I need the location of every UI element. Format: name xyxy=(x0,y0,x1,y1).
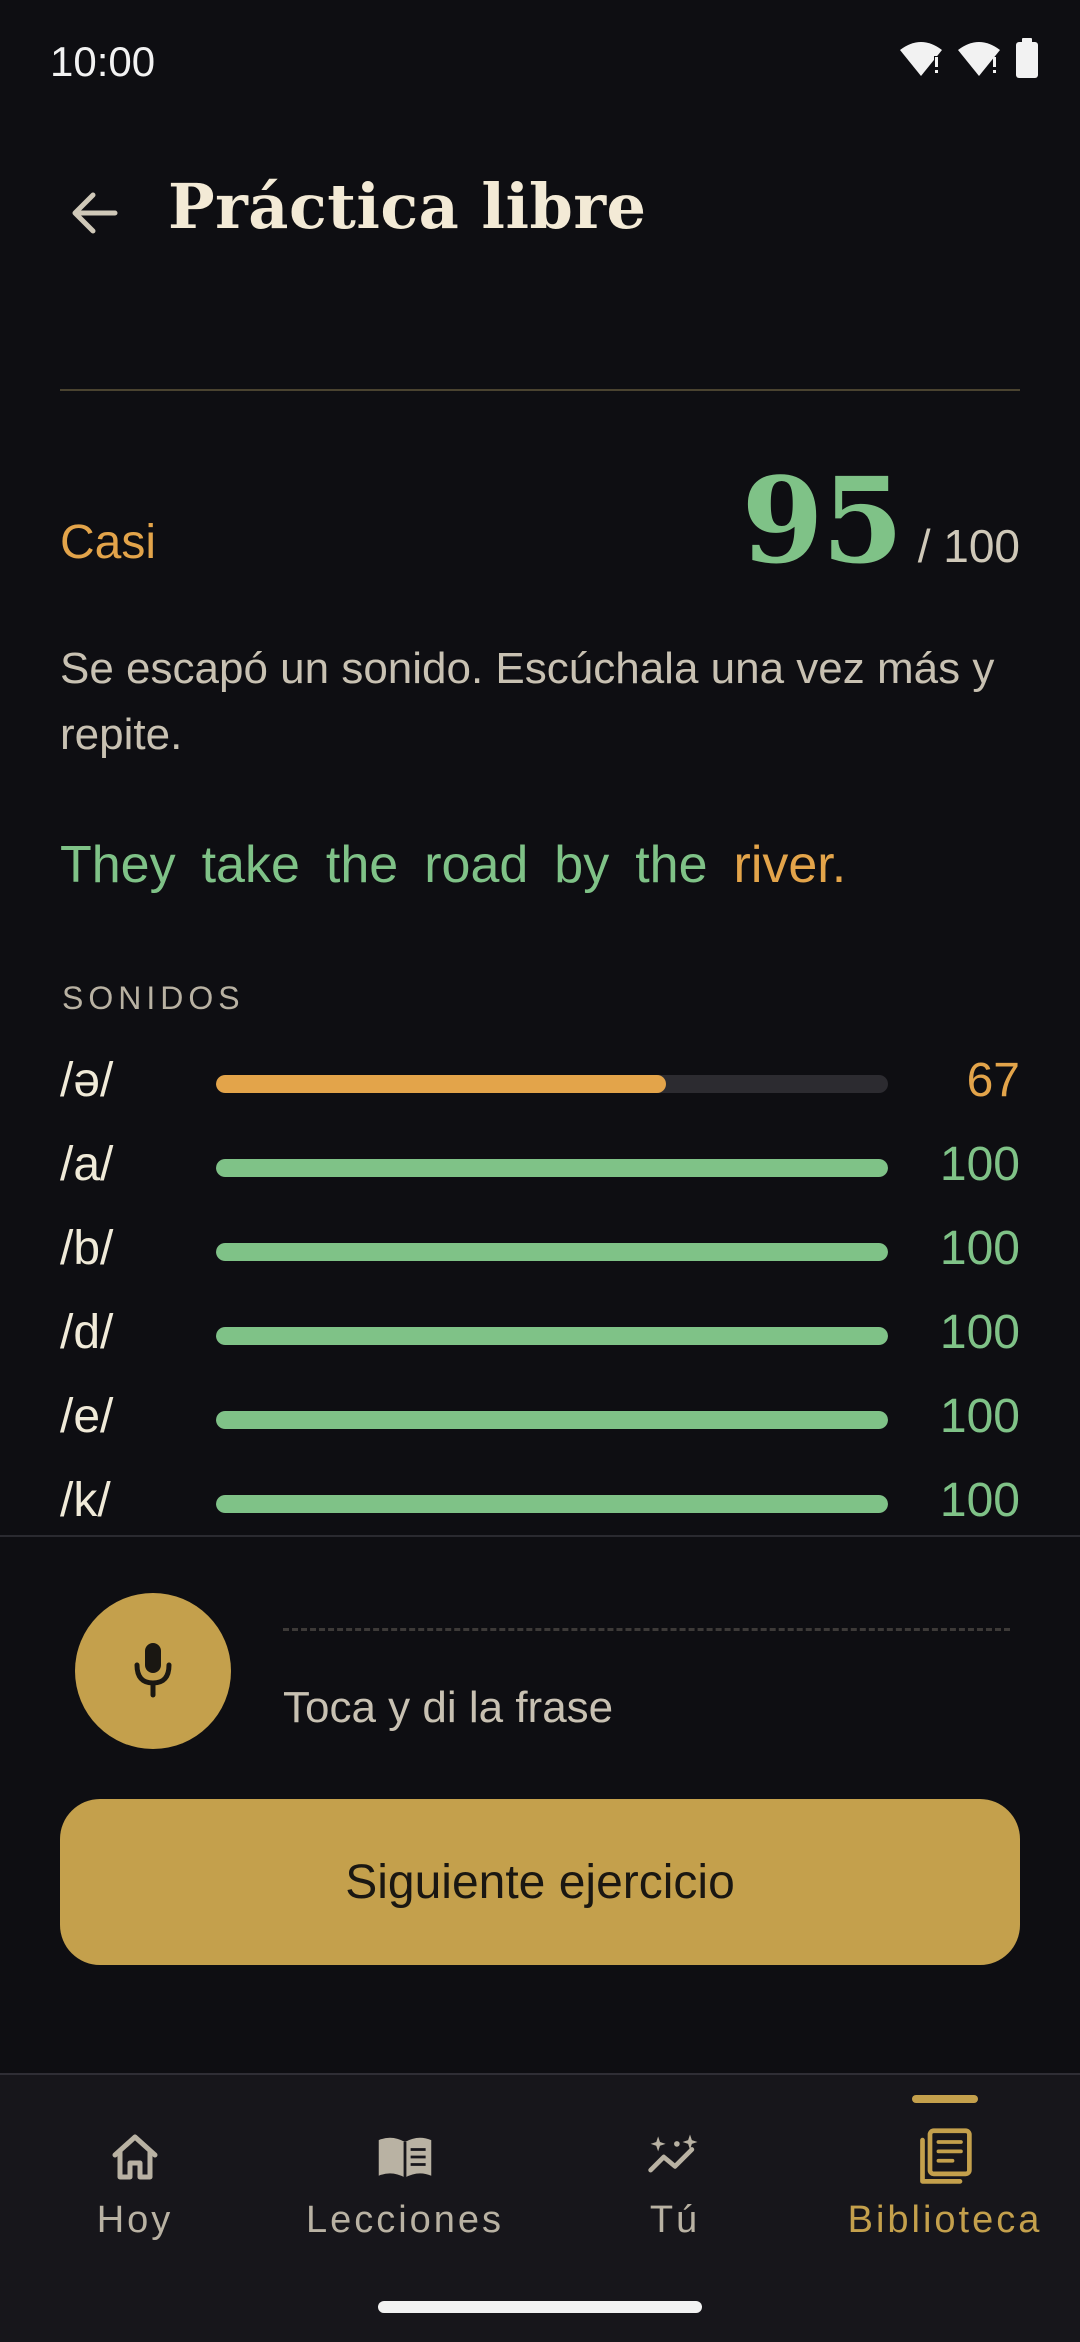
nav-item-biblioteca[interactable]: Biblioteca xyxy=(810,2075,1080,2295)
grade-label: Casi xyxy=(60,516,157,569)
score-value: 95 xyxy=(741,451,903,590)
sound-score: 100 xyxy=(939,1222,1020,1275)
sound-progress-track xyxy=(216,1411,888,1429)
sound-score: 100 xyxy=(939,1390,1020,1443)
record-button[interactable] xyxy=(75,1593,231,1749)
phrase-word: take xyxy=(201,836,300,894)
divider xyxy=(60,389,1020,391)
nav-label: Tú xyxy=(649,2199,701,2241)
next-exercise-button[interactable]: Siguiente ejercicio xyxy=(60,1799,1020,1965)
score: 95 / 100 xyxy=(741,462,1020,580)
sound-row: /d/100 xyxy=(60,1297,1020,1381)
sound-phoneme: /k/ xyxy=(60,1474,111,1527)
nav-label: Hoy xyxy=(96,2199,174,2241)
status-icons xyxy=(898,38,1040,83)
sound-score: 100 xyxy=(939,1474,1020,1527)
phrase-word: the xyxy=(635,836,708,894)
app-bar: Práctica libre xyxy=(0,150,1080,270)
book-icon xyxy=(375,2127,435,2187)
sounds-list: /ə/67/a/100/b/100/d/100/e/100/k/100 xyxy=(60,1045,1020,1535)
feedback-text: Se escapó un sonido. Escúchala una vez m… xyxy=(60,644,995,759)
recorder-panel: Toca y di la frase Siguiente ejercicio xyxy=(0,1535,1080,2075)
sound-score: 67 xyxy=(966,1054,1020,1107)
sound-progress-fill xyxy=(216,1075,667,1093)
phrase-word: by xyxy=(554,836,610,894)
sound-phoneme: /b/ xyxy=(60,1222,114,1275)
back-button[interactable] xyxy=(50,170,140,260)
home-icon xyxy=(105,2127,165,2187)
nav-item-tu[interactable]: Tú xyxy=(540,2075,810,2295)
arrow-left-icon xyxy=(67,185,123,246)
sound-row: /b/100 xyxy=(60,1213,1020,1297)
sound-phoneme: /a/ xyxy=(60,1138,114,1191)
sound-progress-track xyxy=(216,1243,888,1261)
sound-row: /a/100 xyxy=(60,1129,1020,1213)
sound-progress-fill xyxy=(216,1243,888,1261)
sound-row: /ə/67 xyxy=(60,1045,1020,1129)
sound-score: 100 xyxy=(939,1306,1020,1359)
record-hint: Toca y di la frase xyxy=(283,1683,614,1732)
sound-progress-fill xyxy=(216,1159,888,1177)
nav-item-lecciones[interactable]: Lecciones xyxy=(270,2075,540,2295)
status-time: 10:00 xyxy=(50,38,156,85)
sound-progress-track xyxy=(216,1159,888,1177)
sound-progress-track xyxy=(216,1495,888,1513)
progress-sparkle-icon xyxy=(645,2127,705,2187)
battery-icon xyxy=(1014,38,1040,83)
nav-label: Biblioteca xyxy=(847,2199,1043,2241)
nav-label: Lecciones xyxy=(305,2199,505,2241)
microphone-icon xyxy=(128,1639,178,1704)
score-max: / 100 xyxy=(917,520,1020,572)
phrase-word: They xyxy=(60,836,176,894)
sound-row: /e/100 xyxy=(60,1381,1020,1465)
page-title: Práctica libre xyxy=(168,170,647,243)
signal-icon xyxy=(956,38,1002,83)
library-icon xyxy=(915,2127,975,2187)
waveform-placeholder xyxy=(283,1628,1010,1631)
nav-item-hoy[interactable]: Hoy xyxy=(0,2075,270,2295)
phrase-word: road xyxy=(424,836,529,894)
sound-row: /k/100 xyxy=(60,1465,1020,1535)
sound-progress-track xyxy=(216,1327,888,1345)
sound-progress-fill xyxy=(216,1495,888,1513)
phrase-word: the xyxy=(325,836,399,894)
sound-score: 100 xyxy=(939,1138,1020,1191)
target-phrase: They take the road by the river. xyxy=(60,835,846,895)
sound-progress-fill xyxy=(216,1411,888,1429)
sound-phoneme: /d/ xyxy=(60,1306,114,1359)
home-indicator[interactable] xyxy=(378,2301,702,2313)
phrase-word: river. xyxy=(733,836,847,894)
sound-phoneme: /e/ xyxy=(60,1390,114,1443)
sound-progress-fill xyxy=(216,1327,888,1345)
status-bar: 10:00 xyxy=(0,0,1080,130)
sounds-section-label: SONIDOS xyxy=(62,980,245,1016)
active-indicator xyxy=(912,2095,978,2103)
sound-phoneme: /ə/ xyxy=(60,1054,114,1107)
wifi-icon xyxy=(898,38,944,83)
sound-progress-track xyxy=(216,1075,888,1093)
